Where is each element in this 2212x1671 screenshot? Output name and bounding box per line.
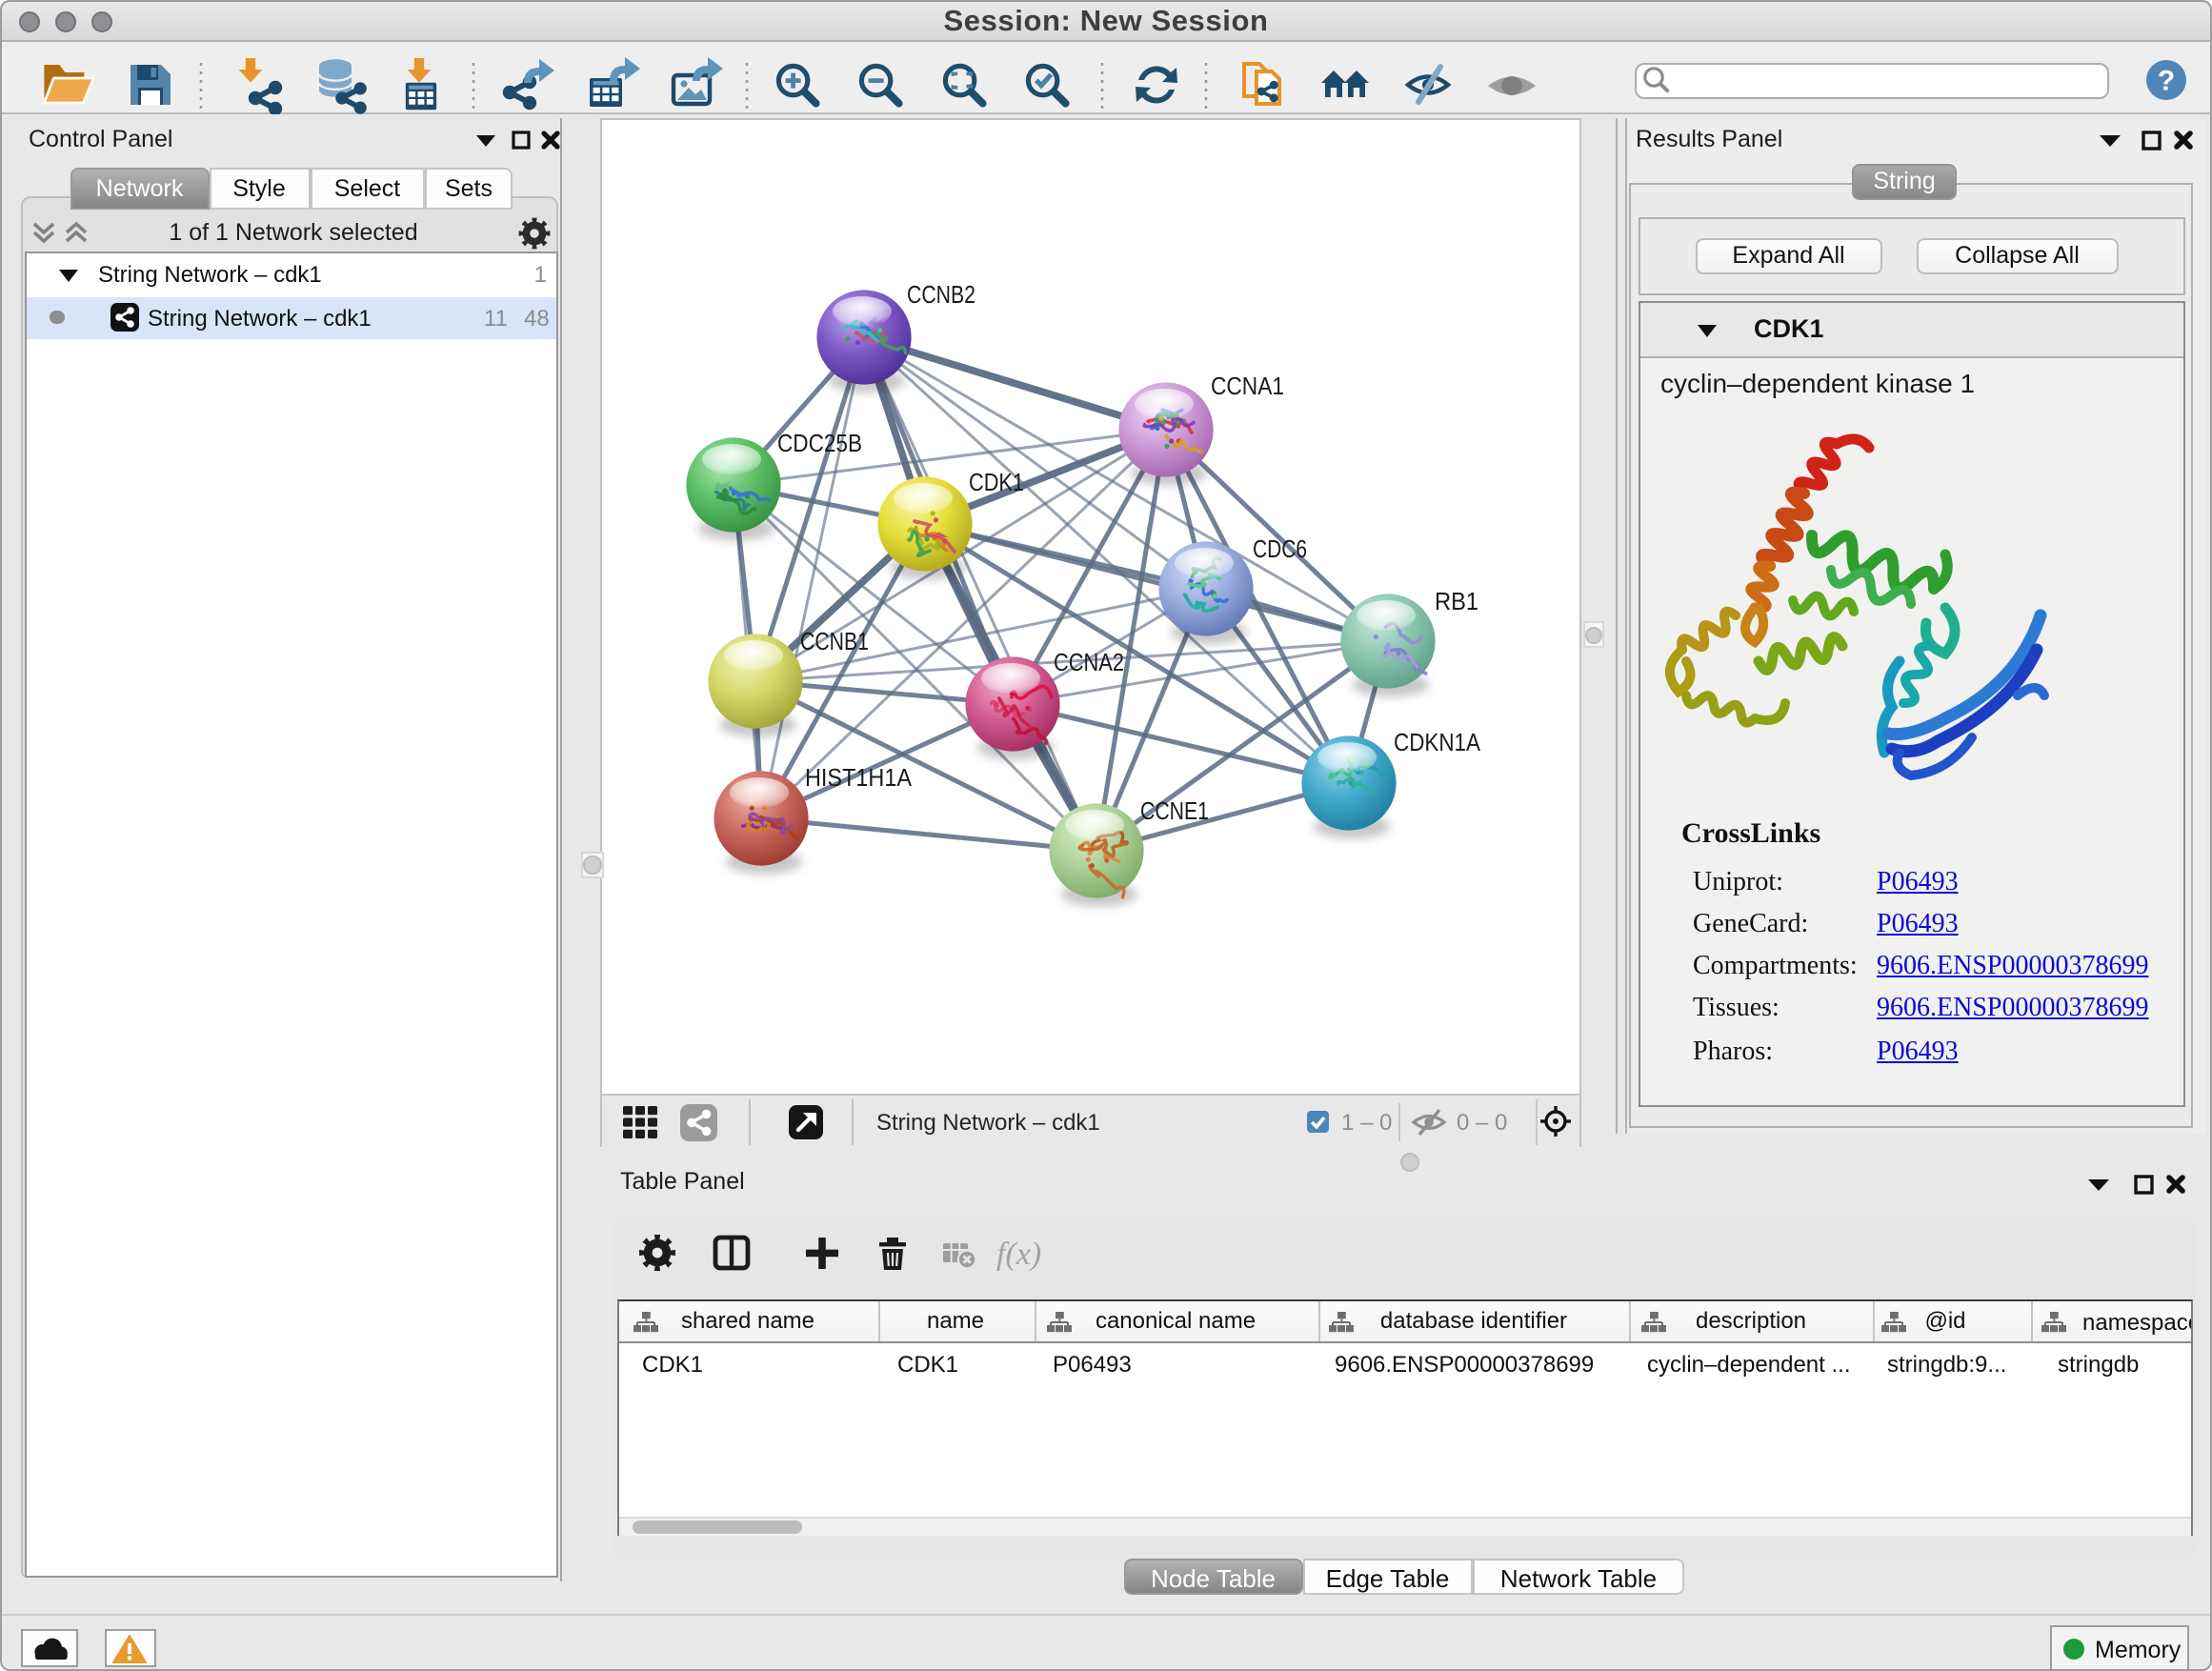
svg-text:f(x): f(x) [996, 1237, 1041, 1272]
svg-text:CDKN1A: CDKN1A [1394, 727, 1481, 755]
svg-text:CCNE1: CCNE1 [1140, 795, 1209, 824]
svg-text:CDC6: CDC6 [1253, 534, 1307, 562]
svg-text:CCNB1: CCNB1 [800, 626, 869, 654]
svg-text:HIST1H1A: HIST1H1A [805, 762, 913, 791]
svg-text:RB1: RB1 [1435, 586, 1478, 614]
svg-text:CDC25B: CDC25B [777, 428, 862, 456]
svg-text:CDK1: CDK1 [969, 467, 1024, 495]
svg-text:?: ? [2158, 65, 2175, 96]
svg-text:CCNA2: CCNA2 [1054, 647, 1124, 675]
svg-text:CCNA1: CCNA1 [1211, 371, 1284, 399]
svg-text:CCNB2: CCNB2 [907, 279, 975, 308]
